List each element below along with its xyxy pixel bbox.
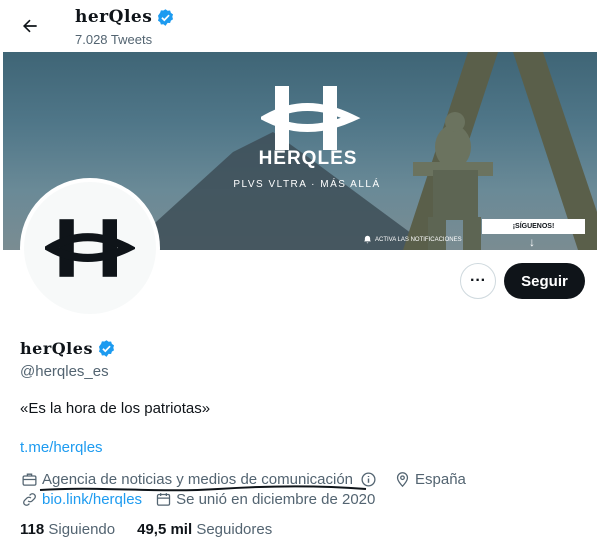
profile-stats: 118 Siguiendo 49,5 mil Seguidores [20,521,272,538]
banner-notif-label: ACTIVA LAS NOTIFICACIONES [375,236,462,243]
header-name: herQles [75,7,175,27]
briefcase-icon [20,470,38,488]
profile-website-link[interactable]: bio.link/herqles [42,491,142,508]
follow-button[interactable]: Seguir [504,263,585,299]
following-link[interactable]: 118 Siguiendo [20,521,115,538]
back-arrow-icon [23,19,37,33]
verified-badge-icon [98,340,114,357]
location-pin-icon [393,470,411,488]
avatar[interactable] [20,178,160,318]
banner-follow-box: ¡SÍGUENOS! [482,219,585,234]
followers-label: Seguidores [196,521,273,538]
more-options-button[interactable]: ··· [460,263,496,299]
profile-bio: «Es la hora de los patriotas» [20,400,211,417]
back-button[interactable] [14,10,46,42]
profile-location: España [415,470,466,488]
followers-link[interactable]: 49,5 mil Seguidores [137,521,272,538]
followers-count: 49,5 mil [137,521,193,538]
profile-header: herQles 7.028 Tweets [0,0,597,52]
profile-name: herQles [20,339,116,358]
calendar-icon [154,490,172,508]
profile-join-date: Se unió en diciembre de 2020 [176,490,376,508]
following-count: 118 [20,521,45,538]
profile-name-text: herQles [20,339,93,358]
banner-tagline: PLVS VLTRA · MÁS ALLÁ [233,179,381,190]
banner-notification-text: ACTIVA LAS NOTIFICACIONES [363,235,462,244]
down-arrow-icon: ↓ [529,235,535,249]
verified-badge-icon [158,8,174,26]
bell-icon [364,235,371,244]
banner-title: HERQLES [258,148,358,169]
avatar-logo-icon [45,219,135,277]
profile-meta-row-2: bio.link/herqles Se unió en diciembre de… [20,490,375,508]
profile-handle: @herqles_es [20,363,109,380]
tweet-count: 7.028 Tweets [75,32,153,47]
link-icon [20,490,38,508]
following-label: Siguiendo [48,521,116,538]
banner-logo-icon [261,86,361,150]
profile-bio-link[interactable]: t.me/herqles [20,439,103,456]
header-name-text: herQles [75,7,153,27]
